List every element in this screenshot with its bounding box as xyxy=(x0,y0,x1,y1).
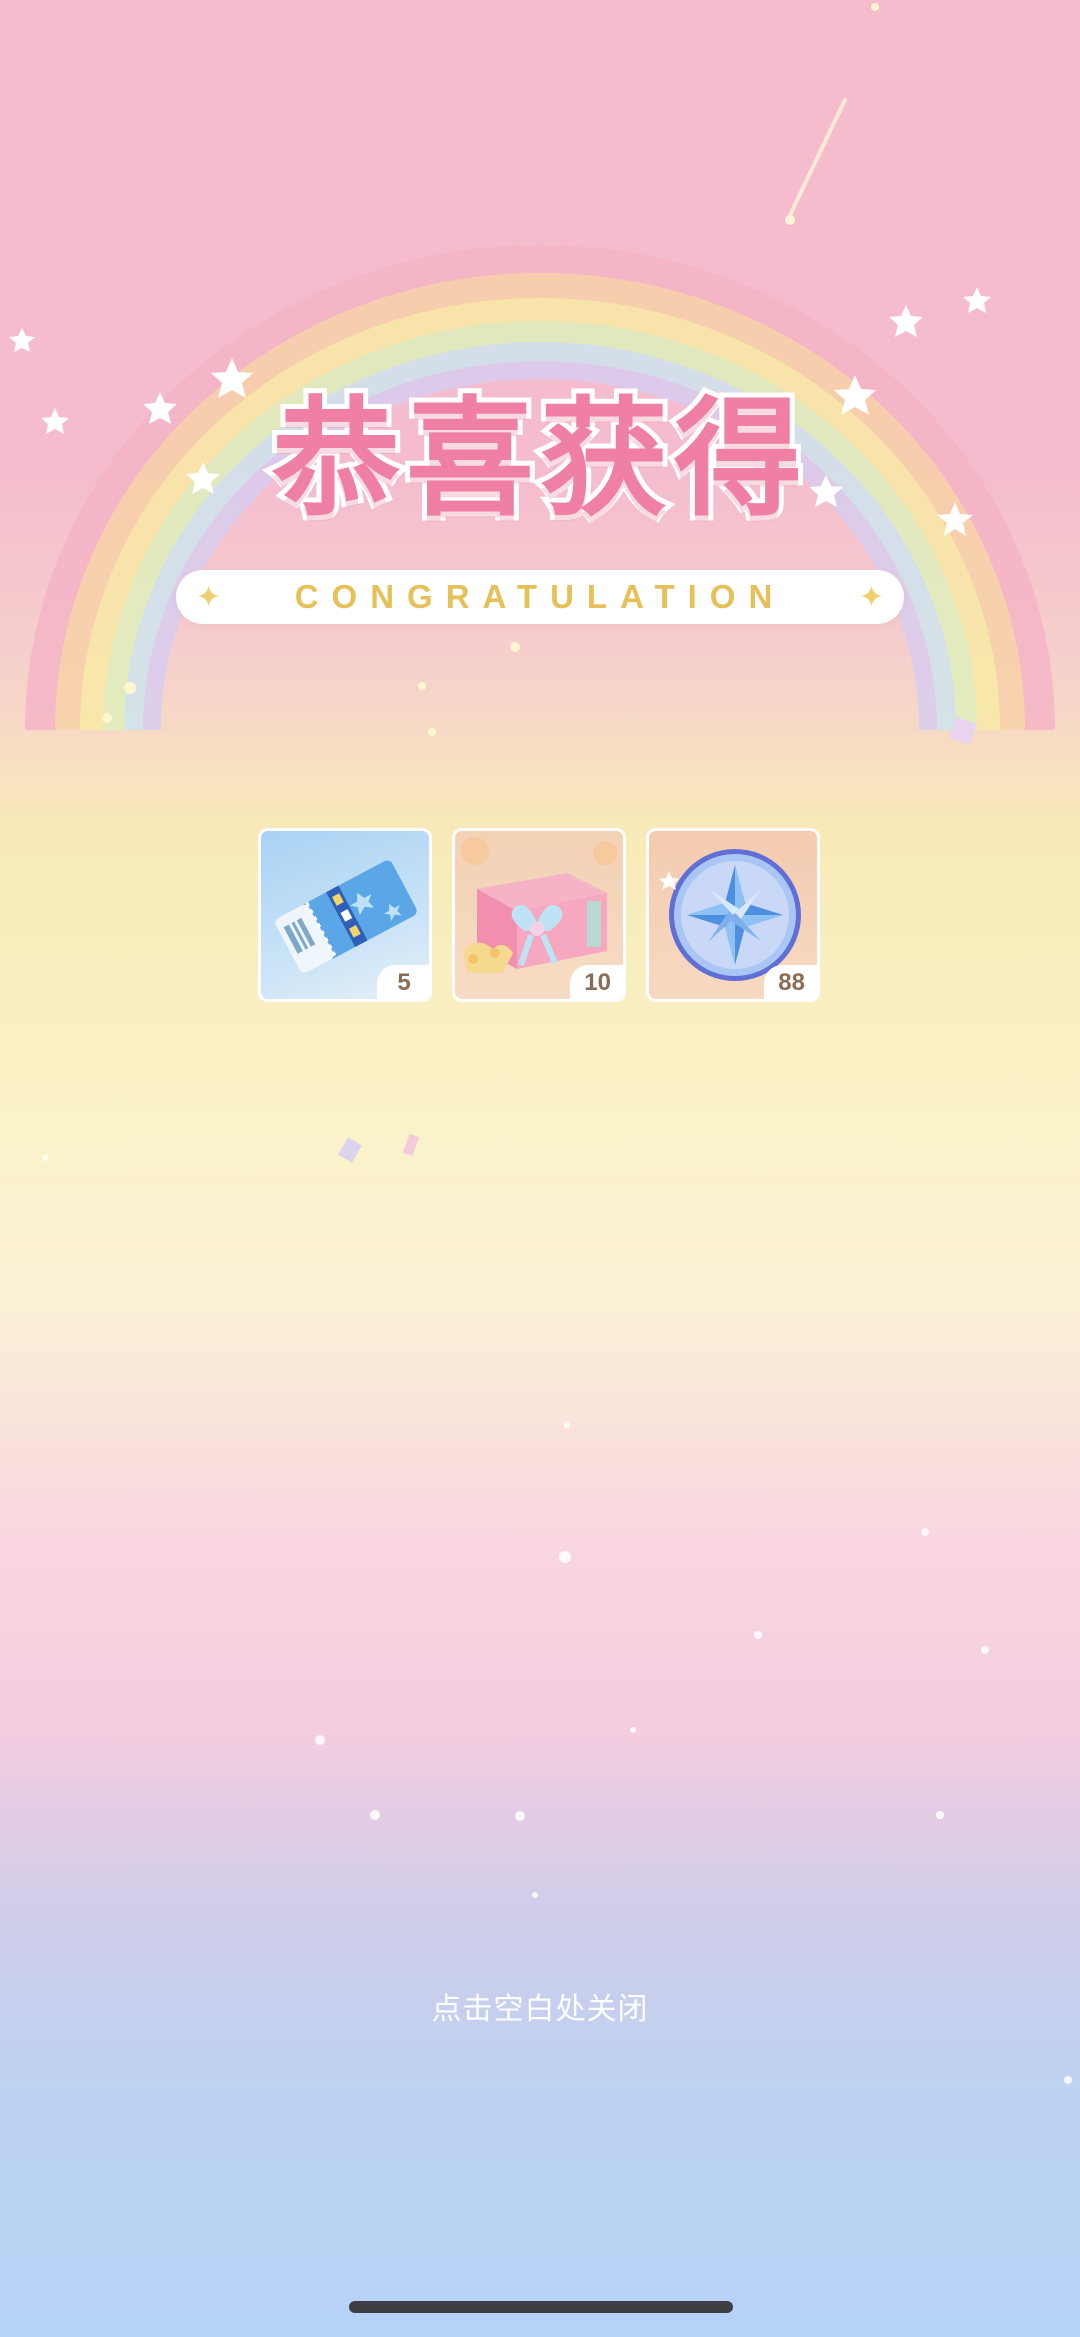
star-icon xyxy=(963,287,991,313)
title-container: 恭喜获得 xyxy=(210,370,870,550)
subtitle-text: CONGRATULATION xyxy=(294,578,786,615)
star-icon xyxy=(41,408,69,434)
subtitle-banner: ✦ CONGRATULATION ✦ xyxy=(176,570,904,624)
sparkle-icon: ✦ xyxy=(858,580,884,615)
reward-popup-backdrop[interactable]: 恭喜获得 ✦ CONGRATULATION ✦ 5 10 88 点击空白处关闭 xyxy=(0,0,1080,2337)
star-icon xyxy=(889,305,923,337)
star-icon xyxy=(9,328,35,352)
sparkle-decoration xyxy=(42,716,1072,2084)
home-indicator[interactable] xyxy=(349,2301,733,2313)
page-title: 恭喜获得 xyxy=(267,385,808,534)
sparkle-icon: ✦ xyxy=(196,580,222,615)
close-hint-text: 点击空白处关闭 xyxy=(431,1992,649,2027)
